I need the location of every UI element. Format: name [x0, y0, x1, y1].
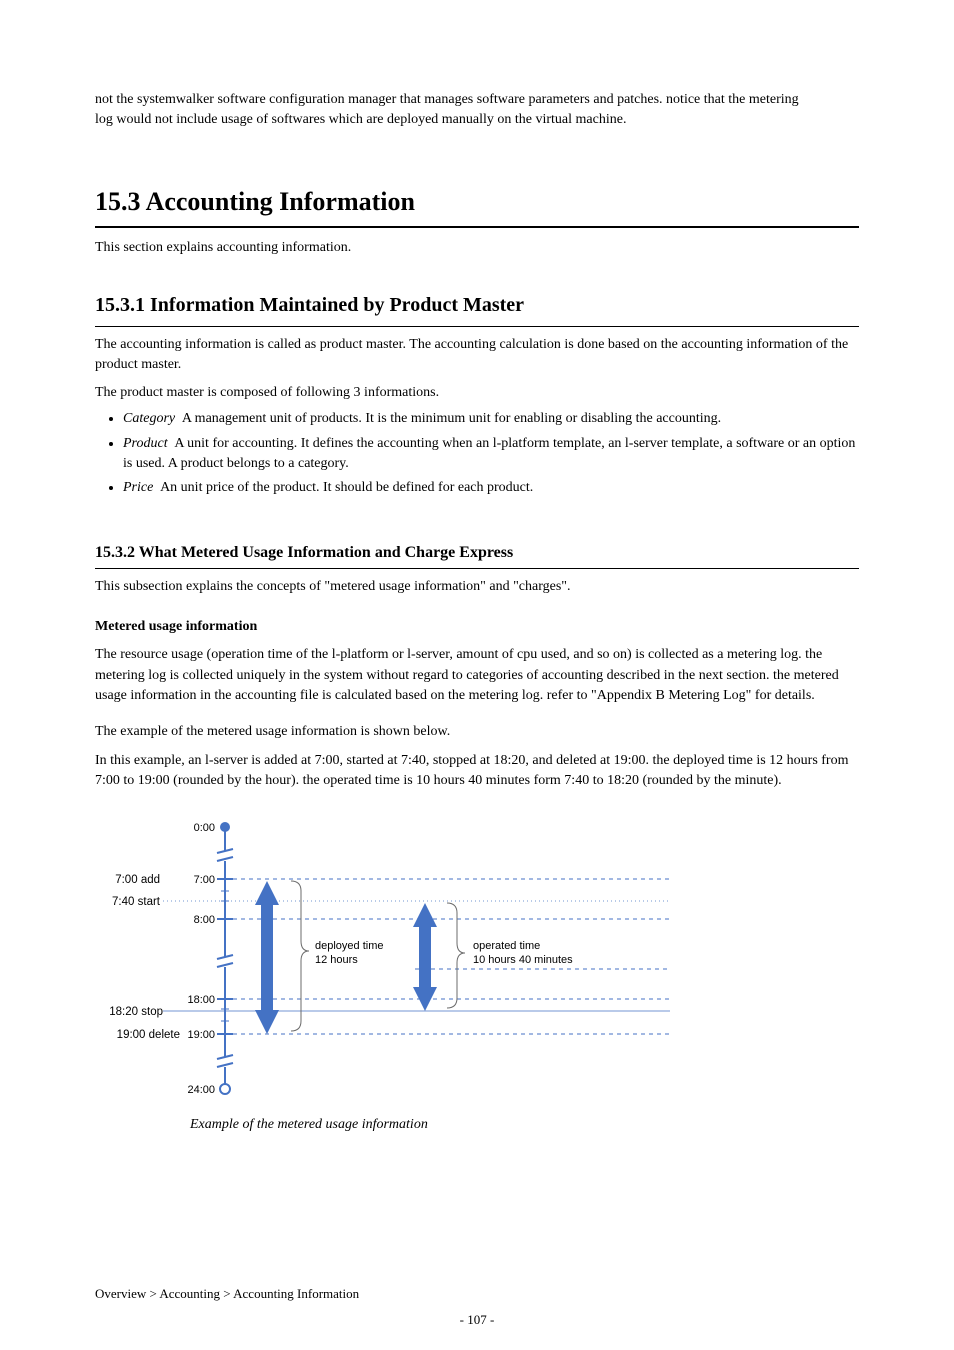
tick-18: 18:00: [187, 994, 215, 1006]
concept-item-price: Price An unit price of the product. It s…: [123, 478, 859, 498]
tick-24: 24:00: [187, 1084, 215, 1096]
tick-19: 19:00: [187, 1029, 215, 1041]
event-stop-action: stop: [141, 1006, 163, 1018]
concept-desc: An unit price of the product. It should …: [160, 480, 533, 495]
event-add-time: 7:00: [115, 874, 137, 886]
event-delete-action: delete: [149, 1029, 180, 1041]
metered-body: The resource usage (operation time of th…: [95, 645, 859, 706]
example-lead: The example of the metered usage informa…: [95, 722, 859, 742]
metered-subhead: Metered usage information: [95, 617, 859, 637]
event-add-action: add: [141, 874, 160, 886]
concept-item-product: Product A unit for accounting. It define…: [123, 434, 859, 475]
concept-name: Price: [123, 480, 153, 495]
tick-7: 7:00: [194, 874, 215, 886]
intro-line-1: not the systemwalker software configurat…: [95, 92, 799, 107]
svg-text:19:00 delete: 19:00 delete: [117, 1029, 180, 1041]
timeline-diagram: 0:00 7:00 8:00 18:00 19:00 24:00 7:00: [95, 809, 680, 1109]
concept-item-category: Category A management unit of products. …: [123, 409, 859, 429]
svg-text:7:40 start: 7:40 start: [112, 896, 161, 908]
concept-desc: A management unit of products. It is the…: [182, 411, 721, 426]
section-15-3-lead: This section explains accounting informa…: [95, 238, 859, 258]
diagram-caption: Example of the metered usage information: [190, 1115, 859, 1135]
event-stop-time: 18:20: [109, 1006, 138, 1018]
section-15-3-2-heading: 15.3.2 What Metered Usage Information an…: [95, 541, 859, 569]
concept-desc: A unit for accounting. It defines the ac…: [123, 436, 855, 471]
operated-label-l1: operated time: [473, 940, 540, 952]
section-15-3-heading: 15.3 Accounting Information: [95, 183, 859, 229]
svg-text:18:20 stop: 18:20 stop: [109, 1006, 163, 1018]
breadcrumb: Overview > Accounting > Accounting Infor…: [95, 1285, 359, 1304]
operated-label-l2: 10 hours 40 minutes: [473, 954, 573, 966]
concept-list: Category A management unit of products. …: [95, 409, 859, 498]
tick-0: 0:00: [194, 822, 215, 834]
section-15-3-2-p1: This subsection explains the concepts of…: [95, 577, 859, 597]
intro-line-2: log would not include usage of softwares…: [95, 112, 626, 127]
svg-text:7:00 add: 7:00 add: [115, 874, 160, 886]
section-15-3-1-p2: The product master is composed of follow…: [95, 383, 859, 403]
event-start-time: 7:40: [112, 896, 134, 908]
example-body: In this example, an l-server is added at…: [95, 751, 859, 792]
deployed-label-l2: 12 hours: [315, 954, 358, 966]
section-15-3-1-p1: The accounting information is called as …: [95, 335, 859, 376]
deployed-label-l1: deployed time: [315, 940, 384, 952]
concept-name: Category: [123, 411, 175, 426]
event-delete-time: 19:00: [117, 1029, 146, 1041]
tick-8: 8:00: [194, 914, 215, 926]
section-15-3-1-heading: 15.3.1 Information Maintained by Product…: [95, 291, 859, 327]
event-start-action: start: [138, 896, 161, 908]
deployed-arrow: [255, 881, 279, 1034]
page-number: - 107 -: [0, 1311, 954, 1330]
concept-name: Product: [123, 436, 168, 451]
